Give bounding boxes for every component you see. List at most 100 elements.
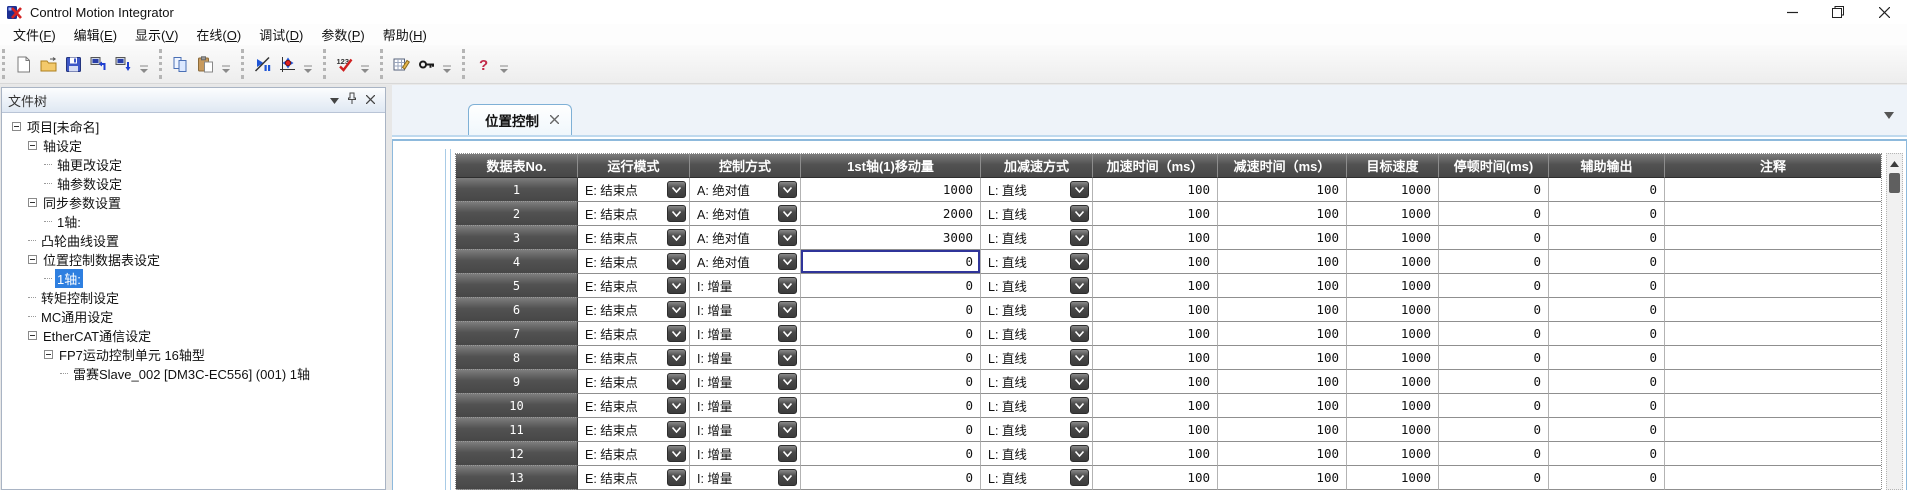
cell-aux_output[interactable]: 0 (1549, 418, 1665, 442)
toolbar-overflow-button[interactable] (303, 51, 313, 77)
dropdown-button[interactable] (1070, 397, 1089, 414)
cell-movement[interactable]: 0 (801, 346, 981, 370)
cell-movement[interactable]: 0 (801, 274, 981, 298)
cell-movement[interactable]: 0 (801, 466, 981, 490)
dropdown-button[interactable] (778, 325, 797, 342)
tree-item[interactable]: 凸轮曲线设置 (2, 231, 385, 250)
cell-target_speed[interactable]: 1000 (1347, 346, 1439, 370)
cell-movement[interactable]: 2000 (801, 202, 981, 226)
cell-no[interactable]: 6 (456, 298, 578, 322)
cell-accel_time[interactable]: 100 (1093, 274, 1218, 298)
cell-no[interactable]: 5 (456, 274, 578, 298)
panel-pin-button[interactable] (343, 91, 361, 109)
menu-f[interactable]: 文件(F) (4, 23, 65, 46)
cell-accel_time[interactable]: 100 (1093, 250, 1218, 274)
cell-target_speed[interactable]: 1000 (1347, 322, 1439, 346)
cell-accel_type[interactable]: L: 直线 (981, 178, 1093, 202)
cell-control_mode[interactable]: I: 增量 (690, 346, 801, 370)
cell-aux_output[interactable]: 0 (1549, 298, 1665, 322)
cell-comment[interactable] (1665, 178, 1881, 202)
cell-target_speed[interactable]: 1000 (1347, 274, 1439, 298)
cell-target_speed[interactable]: 1000 (1347, 202, 1439, 226)
dropdown-button[interactable] (667, 397, 686, 414)
cell-target_speed[interactable]: 1000 (1347, 226, 1439, 250)
dropdown-button[interactable] (778, 445, 797, 462)
upload-from-unit-button[interactable] (86, 52, 111, 77)
cell-dwell_time[interactable]: 0 (1439, 298, 1549, 322)
menu-p[interactable]: 参数(P) (312, 23, 373, 46)
cell-movement[interactable]: 0 (801, 418, 981, 442)
cell-control_mode[interactable]: I: 增量 (690, 442, 801, 466)
cell-control_mode[interactable]: A: 绝对值 (690, 178, 801, 202)
close-button[interactable] (1861, 0, 1907, 24)
dropdown-button[interactable] (778, 349, 797, 366)
cell-run_mode[interactable]: E: 结束点 (578, 274, 690, 298)
cell-run_mode[interactable]: E: 结束点 (578, 442, 690, 466)
cell-no[interactable]: 9 (456, 370, 578, 394)
dropdown-button[interactable] (1070, 253, 1089, 270)
cell-no[interactable]: 13 (456, 466, 578, 490)
cell-no[interactable]: 2 (456, 202, 578, 226)
cell-movement[interactable]: 0 (801, 322, 981, 346)
toolbar-overflow-button[interactable] (221, 51, 231, 77)
cell-run_mode[interactable]: E: 结束点 (578, 394, 690, 418)
restore-button[interactable] (1815, 0, 1861, 24)
cell-run_mode[interactable]: E: 结束点 (578, 466, 690, 490)
dropdown-button[interactable] (667, 181, 686, 198)
dropdown-button[interactable] (667, 469, 686, 486)
tab-close-button[interactable] (547, 113, 561, 127)
cell-control_mode[interactable]: A: 绝对值 (690, 202, 801, 226)
paste-button[interactable] (193, 52, 218, 77)
tab-position-control[interactable]: 位置控制 (468, 104, 572, 135)
dropdown-button[interactable] (778, 181, 797, 198)
toolbar-overflow-button[interactable] (499, 51, 509, 77)
cell-aux_output[interactable]: 0 (1549, 250, 1665, 274)
cell-aux_output[interactable]: 0 (1549, 274, 1665, 298)
cell-dwell_time[interactable]: 0 (1439, 250, 1549, 274)
tree-item[interactable]: FP7运动控制单元 16轴型 (2, 345, 385, 364)
cell-movement[interactable]: 0 (801, 442, 981, 466)
run-stop-button[interactable] (250, 52, 275, 77)
tree-expander-collapse[interactable] (12, 122, 21, 131)
dropdown-button[interactable] (778, 205, 797, 222)
cell-movement[interactable]: 0 (801, 250, 981, 274)
dropdown-button[interactable] (1070, 229, 1089, 246)
cell-control_mode[interactable]: A: 绝对值 (690, 250, 801, 274)
cell-aux_output[interactable]: 0 (1549, 442, 1665, 466)
scroll-up-button[interactable] (1887, 154, 1902, 171)
copy-button[interactable] (168, 52, 193, 77)
cell-accel_type[interactable]: L: 直线 (981, 370, 1093, 394)
cell-run_mode[interactable]: E: 结束点 (578, 370, 690, 394)
panel-close-button[interactable] (361, 91, 379, 109)
cell-dwell_time[interactable]: 0 (1439, 178, 1549, 202)
cell-run_mode[interactable]: E: 结束点 (578, 322, 690, 346)
cell-accel_type[interactable]: L: 直线 (981, 298, 1093, 322)
cell-no[interactable]: 10 (456, 394, 578, 418)
tree-item[interactable]: 轴参数设定 (2, 174, 385, 193)
cell-dwell_time[interactable]: 0 (1439, 418, 1549, 442)
cell-aux_output[interactable]: 0 (1549, 202, 1665, 226)
tree-item[interactable]: MC通用设定 (2, 307, 385, 326)
cell-aux_output[interactable]: 0 (1549, 226, 1665, 250)
cell-decel_time[interactable]: 100 (1218, 466, 1347, 490)
cell-accel_time[interactable]: 100 (1093, 346, 1218, 370)
positioning-button[interactable] (275, 52, 300, 77)
cell-accel_type[interactable]: L: 直线 (981, 394, 1093, 418)
dropdown-button[interactable] (1070, 301, 1089, 318)
tree-expander-collapse[interactable] (28, 331, 37, 340)
cell-run_mode[interactable]: E: 结束点 (578, 202, 690, 226)
cell-accel_time[interactable]: 100 (1093, 322, 1218, 346)
cell-no[interactable]: 12 (456, 442, 578, 466)
cell-decel_time[interactable]: 100 (1218, 370, 1347, 394)
cell-comment[interactable] (1665, 274, 1881, 298)
cell-no[interactable]: 7 (456, 322, 578, 346)
cell-run_mode[interactable]: E: 结束点 (578, 250, 690, 274)
cell-control_mode[interactable]: I: 增量 (690, 394, 801, 418)
cell-run_mode[interactable]: E: 结束点 (578, 178, 690, 202)
cell-control_mode[interactable]: I: 增量 (690, 370, 801, 394)
tree-item[interactable]: 雷赛Slave_002 [DM3C-EC556] (001) 1轴 (2, 364, 385, 383)
tree-item[interactable]: 同步参数设置 (2, 193, 385, 212)
cell-dwell_time[interactable]: 0 (1439, 394, 1549, 418)
cell-movement[interactable]: 3000 (801, 226, 981, 250)
cell-target_speed[interactable]: 1000 (1347, 418, 1439, 442)
